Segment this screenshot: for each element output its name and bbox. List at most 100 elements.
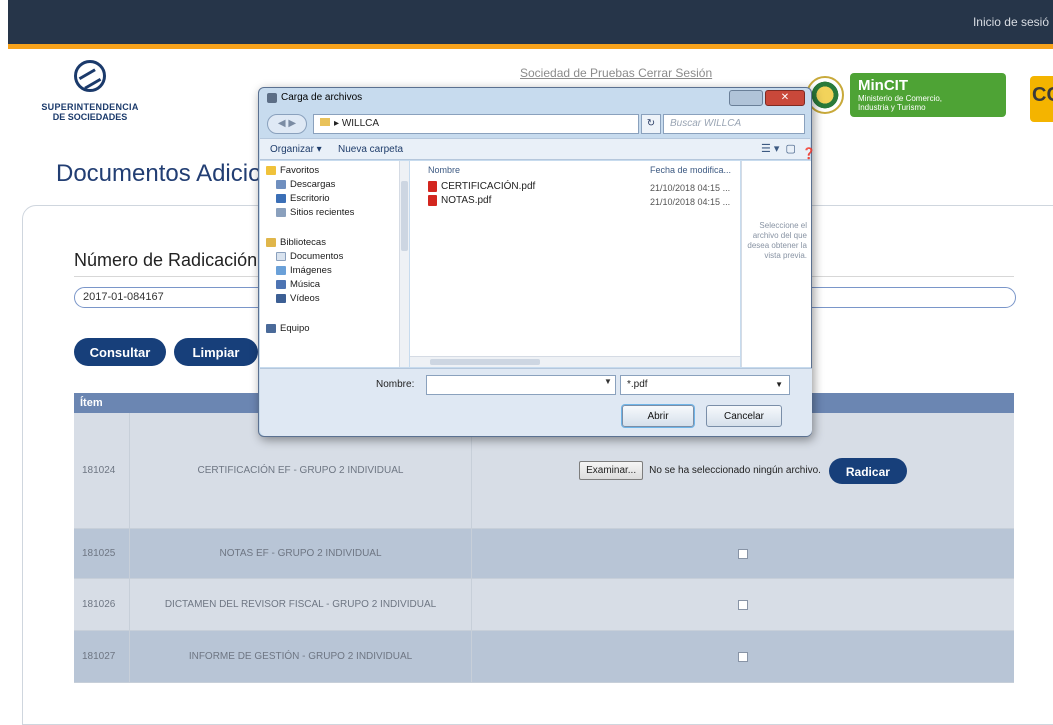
file-date: 21/10/2018 04:15 ...: [650, 197, 731, 207]
file-list-hscroll[interactable]: [410, 356, 740, 367]
view-options[interactable]: ☰ ▾ ▢ ❓: [761, 142, 816, 160]
nav-desktop[interactable]: Escritorio: [276, 193, 330, 204]
hscroll-thumb[interactable]: [430, 359, 540, 365]
nav-label: Imágenes: [290, 265, 332, 276]
refresh-icon[interactable]: ↻: [641, 114, 661, 134]
dialog-title-bar[interactable]: Carga de archivos: [267, 92, 362, 103]
file-name: CERTIFICACIÓN.pdf: [441, 181, 536, 192]
left-margin: [0, 0, 8, 709]
nav-label: Equipo: [280, 323, 310, 334]
nav-label: Bibliotecas: [280, 237, 326, 248]
nav-downloads[interactable]: Descargas: [276, 179, 335, 190]
filetype-select[interactable]: *.pdf ▼: [620, 375, 790, 395]
select-checkbox[interactable]: [738, 548, 748, 559]
mincit-title: MinCIT: [858, 77, 908, 94]
row-doc-name: NOTAS EF - GRUPO 2 INDIVIDUAL: [130, 529, 472, 578]
window-controls[interactable]: [729, 90, 763, 106]
search-input[interactable]: Buscar WILLCA: [663, 114, 805, 134]
logo-line-2: DE SOCIEDADES: [52, 112, 128, 122]
radicar-button[interactable]: Radicar: [828, 457, 907, 484]
login-link[interactable]: Inicio de sesió: [973, 15, 1049, 29]
nav-label: Favoritos: [280, 165, 320, 176]
documents-icon: [276, 252, 286, 261]
file-item[interactable]: CERTIFICACIÓN.pdf: [428, 181, 535, 192]
nav-libraries[interactable]: Bibliotecas: [266, 237, 326, 248]
nav-label: Vídeos: [290, 293, 320, 304]
filetype-value: *.pdf: [627, 379, 648, 390]
open-button[interactable]: Abrir: [622, 405, 694, 427]
dialog-toolbar: Organizar ▾ Nueva carpeta ☰ ▾ ▢ ❓: [260, 138, 816, 160]
dialog-nav-row: ◀ ▶ ▸ WILLCA ↻ Buscar WILLCA: [267, 112, 805, 136]
nav-favorites[interactable]: Favoritos: [266, 165, 319, 176]
top-bar: Inicio de sesió: [8, 0, 1053, 44]
nav-label: Música: [290, 279, 321, 290]
row-actions: [472, 579, 1014, 630]
nav-scrollbar[interactable]: [399, 161, 409, 367]
filename-input[interactable]: [426, 375, 616, 395]
new-folder-button[interactable]: Nueva carpeta: [338, 144, 403, 155]
row-item-id: 181026: [74, 579, 130, 630]
row-item-id: 181025: [74, 529, 130, 578]
desktop-icon: [276, 194, 286, 203]
mincit-logo: MinCIT Ministerio de Comercio, Industria…: [850, 73, 1006, 117]
nav-images[interactable]: Imágenes: [276, 265, 332, 276]
file-upload-dialog: Carga de archivos ✕ ◀ ▶ ▸ WILLCA ↻ Busca…: [258, 87, 816, 437]
file-item[interactable]: NOTAS.pdf: [428, 195, 491, 206]
download-icon: [276, 180, 286, 189]
limpiar-button[interactable]: Limpiar: [174, 338, 258, 366]
file-name: NOTAS.pdf: [441, 195, 492, 206]
nav-music[interactable]: Música: [276, 279, 320, 290]
row-doc-name: INFORME DE GESTIÓN - GRUPO 2 INDIVIDUAL: [130, 631, 472, 682]
star-icon: [266, 166, 276, 175]
row-item-id: 181027: [74, 631, 130, 682]
row-doc-name: DICTAMEN DEL REVISOR FISCAL - GRUPO 2 IN…: [130, 579, 472, 630]
right-partner-logo: CC: [1030, 76, 1053, 122]
mincit-sub1: Ministerio de Comercio,: [858, 94, 943, 103]
right-logo-text: CC: [1032, 84, 1053, 106]
nav-label: Escritorio: [290, 193, 330, 204]
column-name[interactable]: Nombre: [428, 165, 460, 175]
file-date: 21/10/2018 04:15 ...: [650, 183, 731, 193]
nav-recent[interactable]: Sitios recientes: [276, 207, 354, 218]
library-icon: [266, 238, 276, 247]
select-checkbox[interactable]: [738, 599, 748, 610]
help-icon[interactable]: ❓: [802, 147, 816, 160]
pdf-icon: [428, 195, 437, 206]
recent-places-icon: [276, 208, 286, 217]
select-checkbox[interactable]: [738, 651, 748, 662]
folder-icon: [320, 118, 330, 126]
images-icon: [276, 266, 286, 275]
table-row: 181025 NOTAS EF - GRUPO 2 INDIVIDUAL: [74, 529, 1014, 579]
cancel-button[interactable]: Cancelar: [706, 405, 782, 427]
videos-icon: [276, 294, 286, 303]
preview-pane: Seleccione el archivo del que desea obte…: [741, 161, 811, 367]
file-list: Nombre Fecha de modifica... CERTIFICACIÓ…: [410, 161, 740, 367]
nav-label: Sitios recientes: [290, 207, 355, 218]
address-bar[interactable]: ▸ WILLCA: [313, 114, 639, 134]
superintendencia-logo: SUPERINTENDENCIA DE SOCIEDADES: [20, 60, 160, 122]
consultar-button[interactable]: Consultar: [74, 338, 166, 366]
column-date[interactable]: Fecha de modifica...: [650, 165, 731, 175]
scroll-thumb[interactable]: [401, 181, 408, 251]
logo-line-1: SUPERINTENDENCIA: [41, 102, 139, 112]
organize-menu[interactable]: Organizar ▾: [270, 144, 322, 155]
file-status: No se ha seleccionado ningún archivo.: [649, 465, 821, 476]
user-session-line[interactable]: Sociedad de Pruebas Cerrar Sesión: [520, 66, 712, 80]
navigation-pane: Favoritos Descargas Escritorio Sitios re…: [260, 161, 400, 367]
dialog-title: Carga de archivos: [281, 92, 363, 103]
address-text: WILLCA: [341, 118, 380, 129]
back-forward-icon[interactable]: ◀ ▶: [267, 114, 307, 134]
nav-videos[interactable]: Vídeos: [276, 293, 320, 304]
examinar-button[interactable]: Examinar...: [579, 461, 644, 480]
nav-label: Documentos: [290, 251, 344, 262]
close-icon[interactable]: ✕: [765, 90, 805, 106]
row-actions: [472, 631, 1014, 682]
section-title: Número de Radicación: [74, 250, 258, 270]
chevron-down-icon[interactable]: ▼: [604, 377, 612, 386]
accent-line: [8, 44, 1053, 49]
nav-group[interactable]: Equipo: [266, 323, 310, 334]
chevron-down-icon: ▼: [775, 380, 783, 389]
nav-documents[interactable]: Documentos: [276, 251, 343, 262]
row-actions: [472, 529, 1014, 578]
dialog-bottom: Nombre: ▼ *.pdf ▼ Abrir Cancelar: [260, 368, 812, 436]
